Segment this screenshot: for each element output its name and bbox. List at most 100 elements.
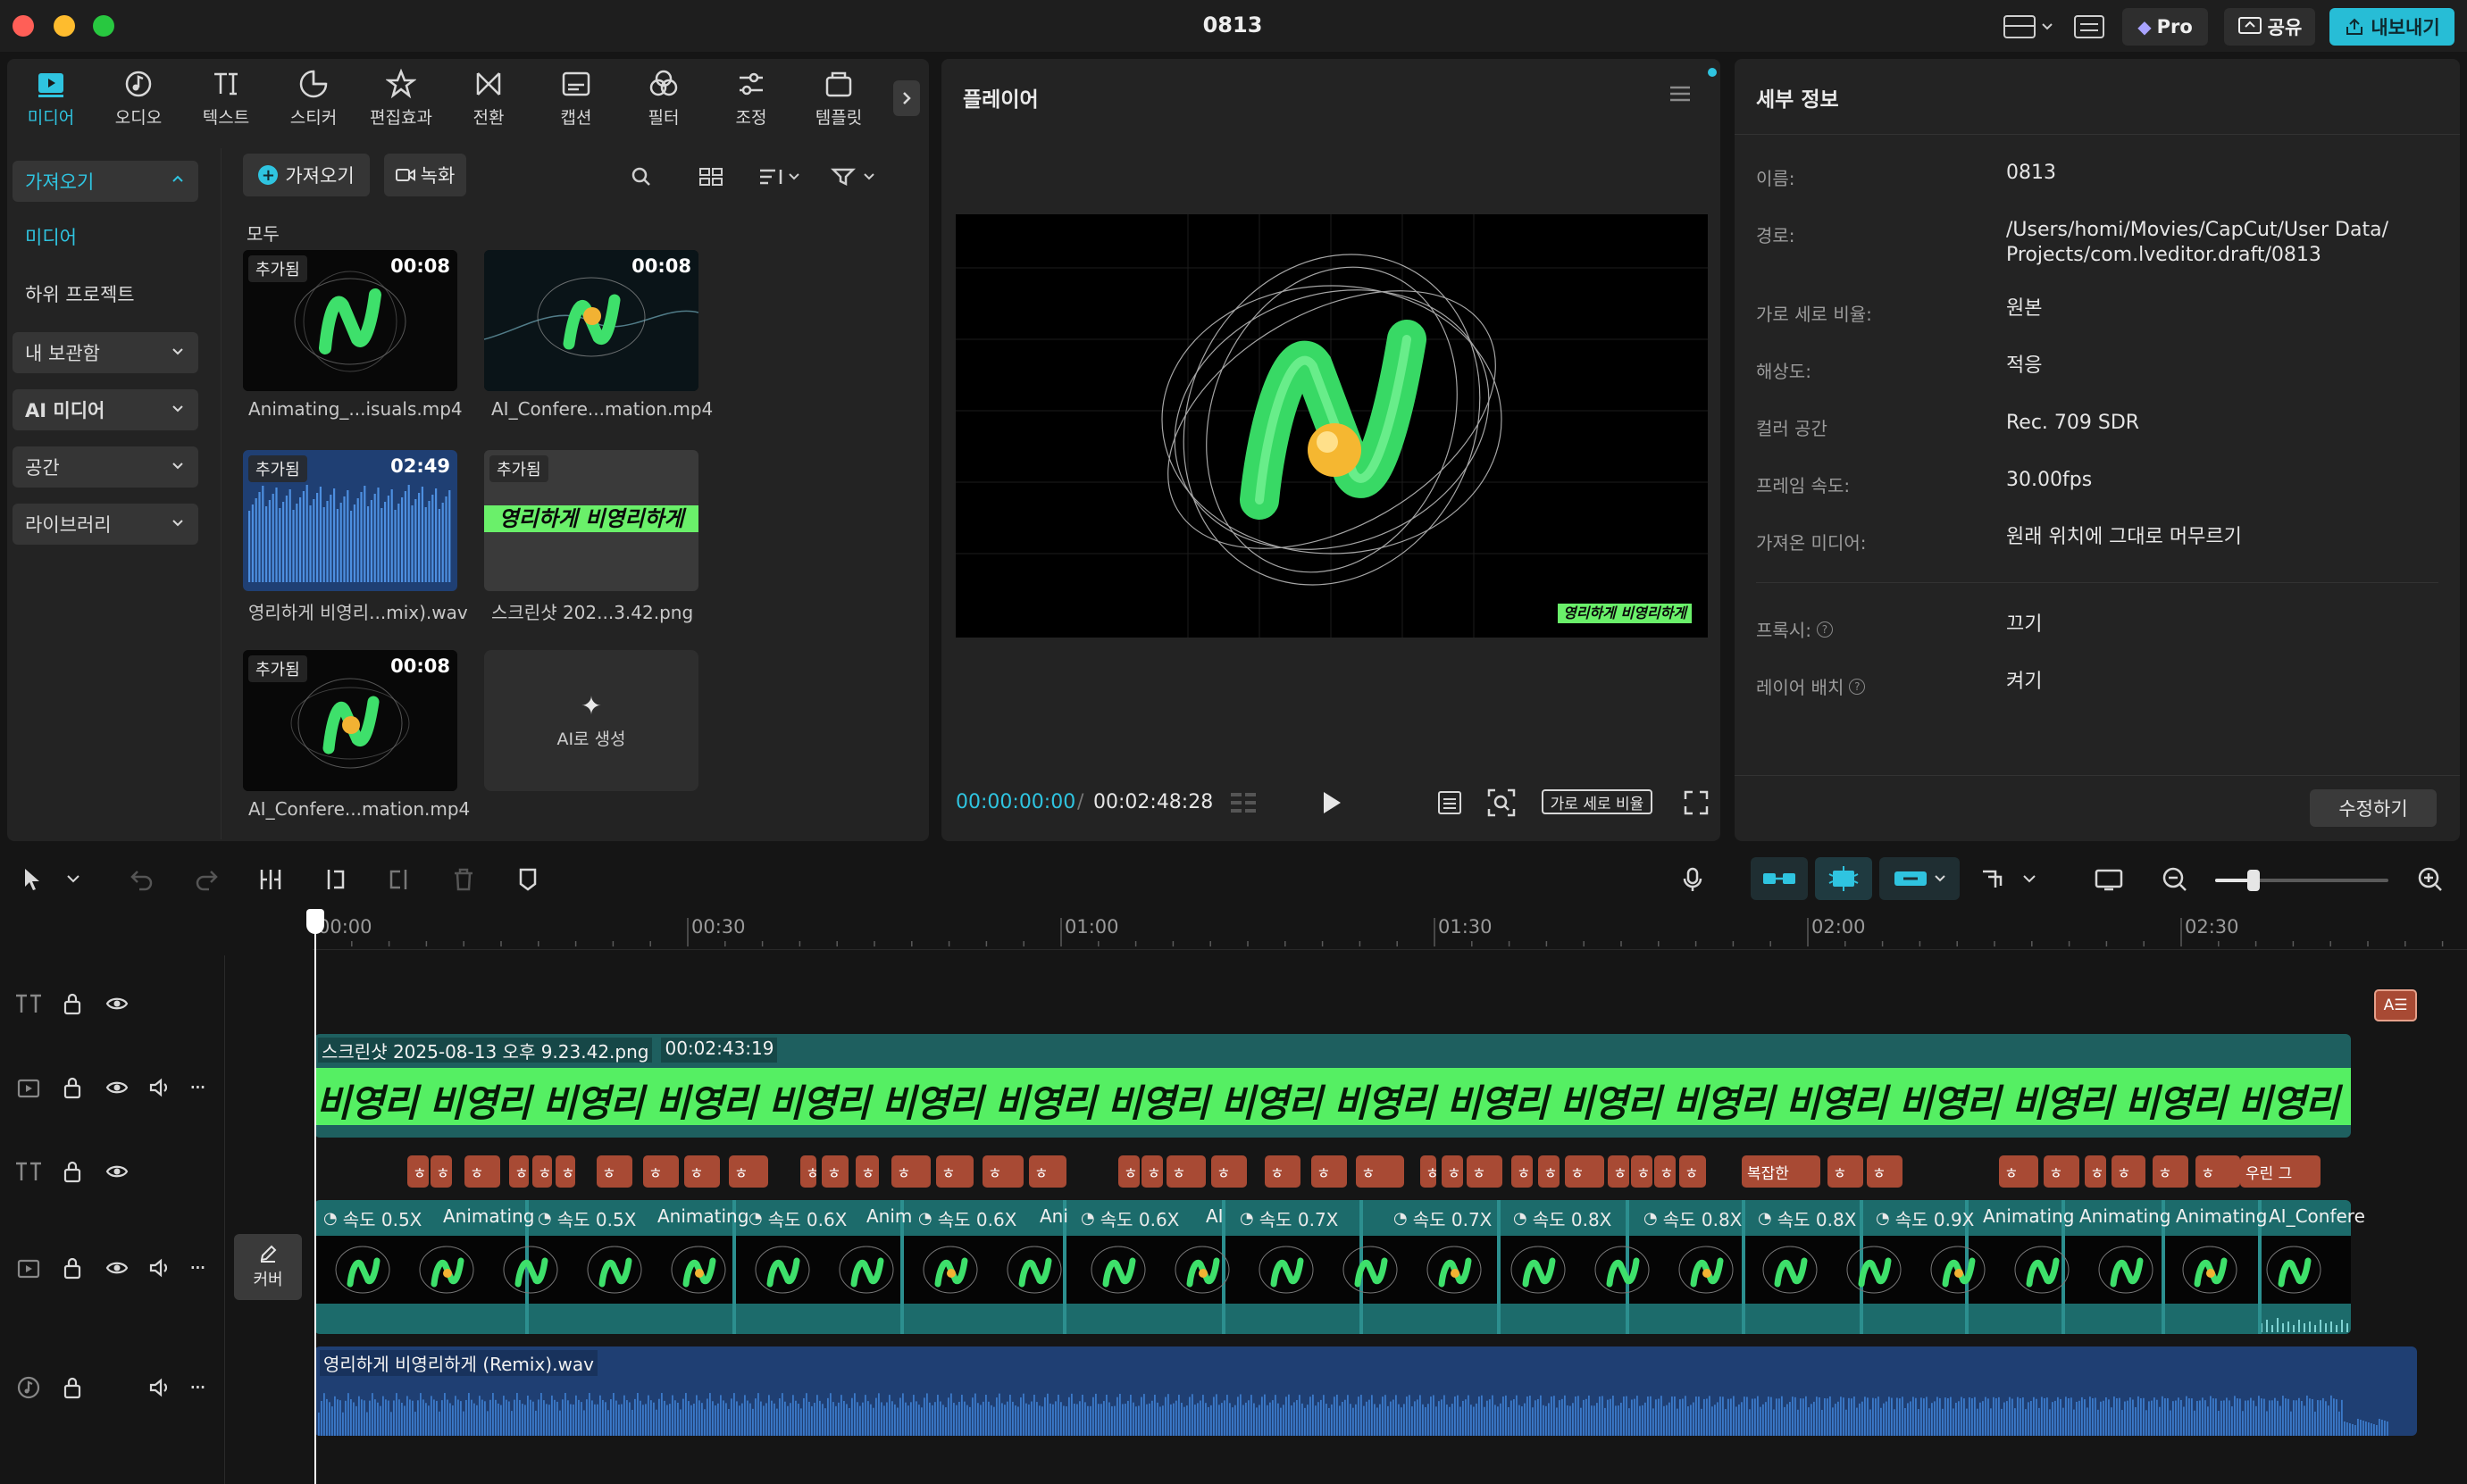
ai-generate-card[interactable]: ✦ AI로 생성: [484, 650, 698, 791]
text-clip[interactable]: ㅎ: [509, 1155, 529, 1188]
text-clip[interactable]: ㅎ: [597, 1155, 632, 1188]
sidebar-item-import[interactable]: 가져오기: [13, 161, 198, 202]
media-item-screenshot[interactable]: 영리하게 비영리하게 추가됨: [484, 450, 698, 591]
speaker-icon[interactable]: [148, 1077, 171, 1098]
text-clip[interactable]: ㅎ: [464, 1155, 500, 1188]
text-clip[interactable]: ㅎ: [1565, 1155, 1604, 1188]
text-clip[interactable]: ㅎ: [684, 1155, 720, 1188]
media-item-ai-conference[interactable]: 00:08: [484, 250, 698, 391]
layout-button[interactable]: [1997, 8, 2060, 46]
text-clip[interactable]: ㅎ: [1265, 1155, 1300, 1188]
text-clip[interactable]: 복잡한: [1742, 1155, 1820, 1188]
trim-left-icon[interactable]: [322, 866, 348, 893]
auto-link-toggle[interactable]: [1879, 857, 1960, 900]
grid-view-icon[interactable]: [698, 166, 723, 188]
eye-icon[interactable]: [105, 1259, 129, 1277]
sort-icon[interactable]: [757, 166, 804, 188]
marker-icon[interactable]: [514, 866, 541, 893]
text-clip[interactable]: ㅎ: [1999, 1155, 2038, 1188]
text-clip[interactable]: ㅎ: [800, 1155, 816, 1188]
record-button[interactable]: 녹화: [384, 154, 466, 196]
text-clip[interactable]: ㅎ: [643, 1155, 679, 1188]
text-clip[interactable]: ㅎ: [1867, 1155, 1903, 1188]
text-clip[interactable]: ㅎ: [1467, 1155, 1502, 1188]
media-item-audio[interactable]: 추가됨 02:49: [243, 450, 457, 591]
sidebar-item-media[interactable]: 미디어: [13, 216, 198, 257]
sidebar-item-subproject[interactable]: 하위 프로젝트: [13, 273, 198, 314]
screen-fit-icon[interactable]: [2094, 866, 2124, 893]
text-clip[interactable]: ㅎ: [856, 1155, 879, 1188]
edit-button[interactable]: 수정하기: [2310, 789, 2437, 827]
text-clip[interactable]: ㅎ: [431, 1155, 452, 1188]
text-clip[interactable]: ㅎ: [1679, 1155, 1706, 1188]
text-clip[interactable]: ㅎ: [1827, 1155, 1863, 1188]
text-clip[interactable]: ㅎ: [1029, 1155, 1066, 1188]
zoom-slider-handle[interactable]: [2247, 870, 2260, 891]
text-clip[interactable]: ㅎ: [1118, 1155, 1140, 1188]
undo-icon[interactable]: [129, 866, 155, 893]
text-clip[interactable]: 우린 그: [2240, 1155, 2321, 1188]
text-clip-top[interactable]: A☰: [2374, 989, 2417, 1021]
tab-caption[interactable]: 캡션: [532, 59, 620, 138]
text-clip[interactable]: ㅎ: [1511, 1155, 1533, 1188]
text-clip[interactable]: ㅎ: [729, 1155, 768, 1188]
text-clip[interactable]: ㅎ: [1142, 1155, 1163, 1188]
lock-icon[interactable]: [63, 1376, 82, 1399]
maximize-window-button[interactable]: [93, 15, 114, 37]
text-clip[interactable]: ㅎ: [556, 1155, 575, 1188]
text-clip[interactable]: ㅎ: [2153, 1155, 2188, 1188]
delete-icon[interactable]: [450, 866, 477, 893]
image-clip[interactable]: 비영리 비영리 비영리 비영리 비영리 비영리 비영리 비영리 비영리 비영리 …: [314, 1034, 2351, 1138]
select-tool-icon[interactable]: [21, 866, 84, 893]
text-clip[interactable]: ㅎ: [983, 1155, 1024, 1188]
text-clip[interactable]: ㅎ: [407, 1155, 429, 1188]
more-options-icon[interactable]: ···: [189, 1375, 206, 1400]
text-clip[interactable]: ㅎ: [1631, 1155, 1652, 1188]
speaker-icon[interactable]: [148, 1377, 171, 1398]
lock-icon[interactable]: [63, 1256, 82, 1280]
text-clip[interactable]: ㅎ: [1420, 1155, 1436, 1188]
tab-audio[interactable]: 오디오: [95, 59, 182, 138]
text-clip[interactable]: ㅎ: [532, 1155, 552, 1188]
microphone-icon[interactable]: [1679, 866, 1706, 893]
filter-funnel-icon[interactable]: [831, 166, 879, 188]
split-icon[interactable]: [257, 866, 284, 893]
more-options-icon[interactable]: ···: [189, 1255, 206, 1280]
text-clip[interactable]: ㅎ: [2044, 1155, 2079, 1188]
text-clip[interactable]: ㅎ: [1356, 1155, 1404, 1188]
player-screen[interactable]: 영리하게 비영리하게: [956, 214, 1708, 638]
text-clip[interactable]: ㅎ: [1538, 1155, 1560, 1188]
tab-adjust[interactable]: 조정: [707, 59, 795, 138]
text-clip[interactable]: ㅎ: [936, 1155, 974, 1188]
menu-icon[interactable]: [1668, 84, 1692, 104]
text-clip[interactable]: ㅎ: [822, 1155, 849, 1188]
sidebar-item-library[interactable]: 라이브러리: [13, 504, 198, 545]
sidebar-item-my-storage[interactable]: 내 보관함: [13, 332, 198, 373]
text-clip[interactable]: ㅎ: [2195, 1155, 2240, 1188]
speaker-icon[interactable]: [148, 1257, 171, 1279]
export-button[interactable]: 내보내기: [2329, 8, 2454, 46]
text-clip[interactable]: ㅎ: [1311, 1155, 1347, 1188]
tab-text[interactable]: 텍스트: [182, 59, 270, 138]
playhead[interactable]: [314, 913, 316, 1484]
help-icon[interactable]: ?: [1816, 621, 1833, 638]
zoom-in-icon[interactable]: [2417, 866, 2444, 893]
help-icon[interactable]: ?: [1849, 678, 1866, 695]
import-button[interactable]: + 가져오기: [243, 154, 370, 196]
text-clip[interactable]: ㅎ: [1608, 1155, 1629, 1188]
lock-icon[interactable]: [63, 1076, 82, 1099]
link-clips-toggle[interactable]: [1751, 857, 1808, 900]
pro-button[interactable]: ◆ Pro: [2122, 8, 2208, 46]
shortcuts-button[interactable]: [2070, 8, 2108, 46]
tab-sticker[interactable]: 스티커: [270, 59, 357, 138]
text-clip[interactable]: ㅎ: [1211, 1155, 1247, 1188]
close-window-button[interactable]: [13, 15, 34, 37]
playhead-handle[interactable]: [306, 909, 324, 934]
cover-button[interactable]: 커버: [234, 1234, 302, 1300]
media-item-ai-conference-2[interactable]: 추가됨 00:08: [243, 650, 457, 791]
waveform-toggle-icon[interactable]: [1229, 789, 1268, 816]
tab-filter[interactable]: 필터: [620, 59, 707, 138]
text-clip[interactable]: ㅎ: [1442, 1155, 1463, 1188]
lock-icon[interactable]: [63, 1160, 82, 1183]
zoom-fit-icon[interactable]: [1486, 788, 1517, 818]
